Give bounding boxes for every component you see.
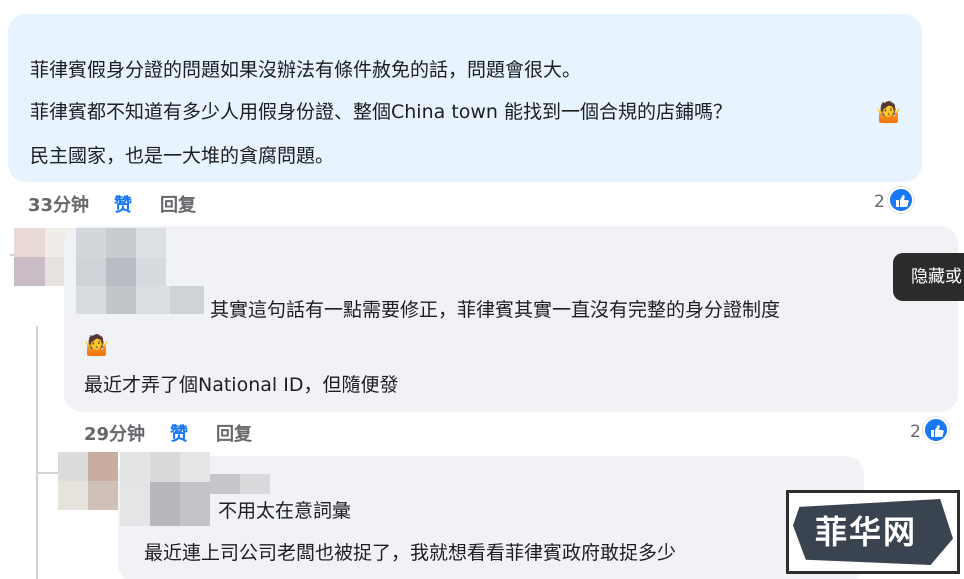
comment-text-line: 民主國家，也是一大堆的貪腐問題￼。 — [30, 145, 335, 167]
comment-timestamp[interactable]: 33分钟 — [28, 191, 89, 217]
reaction-count[interactable]: 2 — [910, 422, 921, 442]
thumbs-up-icon[interactable] — [888, 187, 914, 213]
reaction-count[interactable]: 2 — [874, 192, 885, 212]
comment-text-line: 菲律賓假身分證的問題如果沒辦法有條件￼赦免的話，問題會很大。 — [30, 59, 582, 81]
thread-line-vertical — [36, 326, 38, 579]
reply-text-line: 其實這句話有一點需要修正，菲律賓其實一直沒有完整的身分證制度 — [210, 299, 781, 321]
commenter-name-blurred[interactable] — [76, 228, 204, 314]
reply-text-line: 最近連上司公司老闆也被捉了，我就想看看菲律賓政府敢捉多少 — [144, 542, 677, 564]
shrug-emoji-icon: 🤷 — [876, 100, 901, 124]
reply-text-line: 最近才弄了個National ID，但隨便發 — [84, 374, 399, 396]
shrug-emoji-icon: 🤷 — [84, 333, 109, 357]
site-watermark-logo: 菲华网 — [786, 490, 960, 574]
reply-button[interactable]: 回复 — [216, 420, 252, 446]
reply-button[interactable]: 回复 — [160, 191, 196, 217]
thumbs-up-icon[interactable] — [923, 417, 949, 443]
thread-connector — [36, 472, 60, 474]
comment-text-line: 菲律賓都不知道有多少人用假身份證、整個China town 能找到一個合規的店鋪… — [30, 101, 733, 123]
watermark-text: 菲华网 — [815, 513, 918, 551]
comment-timestamp[interactable]: 29分钟 — [84, 420, 145, 446]
like-button[interactable]: 赞 — [114, 191, 132, 217]
like-button[interactable]: 赞 — [170, 420, 188, 446]
hide-tooltip-button[interactable]: 隐藏或 — [893, 253, 964, 301]
commenter-avatar-blurred[interactable] — [58, 452, 118, 510]
reply-text-line: 不用太在意詞彙 — [218, 500, 352, 522]
